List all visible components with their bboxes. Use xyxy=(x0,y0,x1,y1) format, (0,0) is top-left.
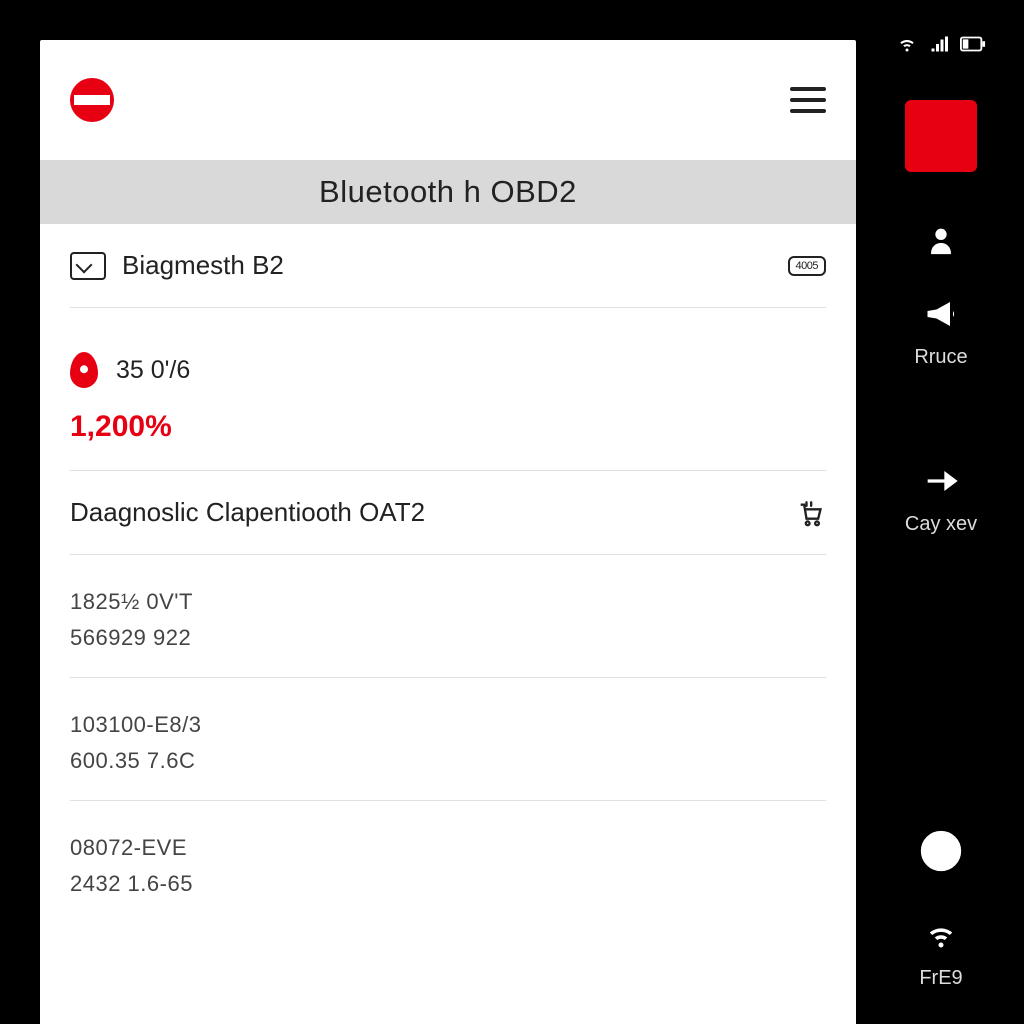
sidebar-item-cayxev[interactable]: Cay xev xyxy=(905,459,977,536)
sidebar-label: Rruce xyxy=(914,346,967,369)
sidebar-item-fre9[interactable]: FrE9 xyxy=(919,913,963,990)
sidebar-item-profile[interactable] xyxy=(919,218,963,262)
row-label: Daagnoslic Clapentiooth OAT2 xyxy=(70,497,425,528)
highlight-value: 1,200% xyxy=(70,410,826,444)
wifi-icon xyxy=(896,35,918,53)
sidebar-label: FrE9 xyxy=(919,967,962,990)
code-line: 566929 922 xyxy=(70,625,826,651)
code-group: 08072-EVE 2432 1.6-65 xyxy=(70,801,826,923)
code-group: 103100-E8/3 600.35 7.6C xyxy=(70,678,826,801)
app-tile[interactable] xyxy=(905,100,977,172)
list-item[interactable]: 35 0'/6 1,200% xyxy=(70,308,826,471)
list-item[interactable]: Biagmesth B2 4005 xyxy=(70,224,826,308)
marker-icon xyxy=(70,352,98,388)
main-content: Biagmesth B2 4005 35 0'/6 1,200% Daagnos… xyxy=(40,224,856,1024)
wifi-small-icon xyxy=(919,913,963,957)
page-title: Bluetooth h OBD2 xyxy=(40,160,856,224)
list-item[interactable]: Daagnoslic Clapentiooth OAT2 xyxy=(70,471,826,555)
device-icon xyxy=(70,252,106,280)
menu-button[interactable] xyxy=(790,87,826,113)
tools-circle-icon xyxy=(919,829,963,873)
app-logo-icon xyxy=(70,78,114,122)
app-header xyxy=(40,40,856,160)
sidebar-label: Cay xev xyxy=(905,513,977,536)
sidebar-item-tools[interactable] xyxy=(919,829,963,873)
signal-icon xyxy=(928,35,950,53)
metric-value: 35 0'/6 xyxy=(116,356,190,385)
code-group: 1825½ 0V'T 566929 922 xyxy=(70,555,826,678)
count-badge: 4005 xyxy=(788,256,826,276)
battery-icon xyxy=(960,35,986,53)
sidebar-item-ruce[interactable]: Rruce xyxy=(914,292,967,369)
megaphone-icon xyxy=(919,292,963,336)
app-window: Bluetooth h OBD2 Biagmesth B2 4005 35 0'… xyxy=(38,38,858,1024)
code-line: 600.35 7.6C xyxy=(70,748,826,774)
cart-icon[interactable] xyxy=(796,500,826,526)
arrow-right-icon xyxy=(919,459,963,503)
system-sidebar: Rruce Cay xev FrE9 xyxy=(858,0,1024,1024)
code-line: 103100-E8/3 xyxy=(70,712,826,738)
code-line: 1825½ 0V'T xyxy=(70,589,826,615)
code-line: 2432 1.6-65 xyxy=(70,871,826,897)
row-label: Biagmesth B2 xyxy=(122,250,284,281)
code-line: 08072-EVE xyxy=(70,835,826,861)
status-bar xyxy=(896,28,986,60)
person-icon xyxy=(919,218,963,262)
